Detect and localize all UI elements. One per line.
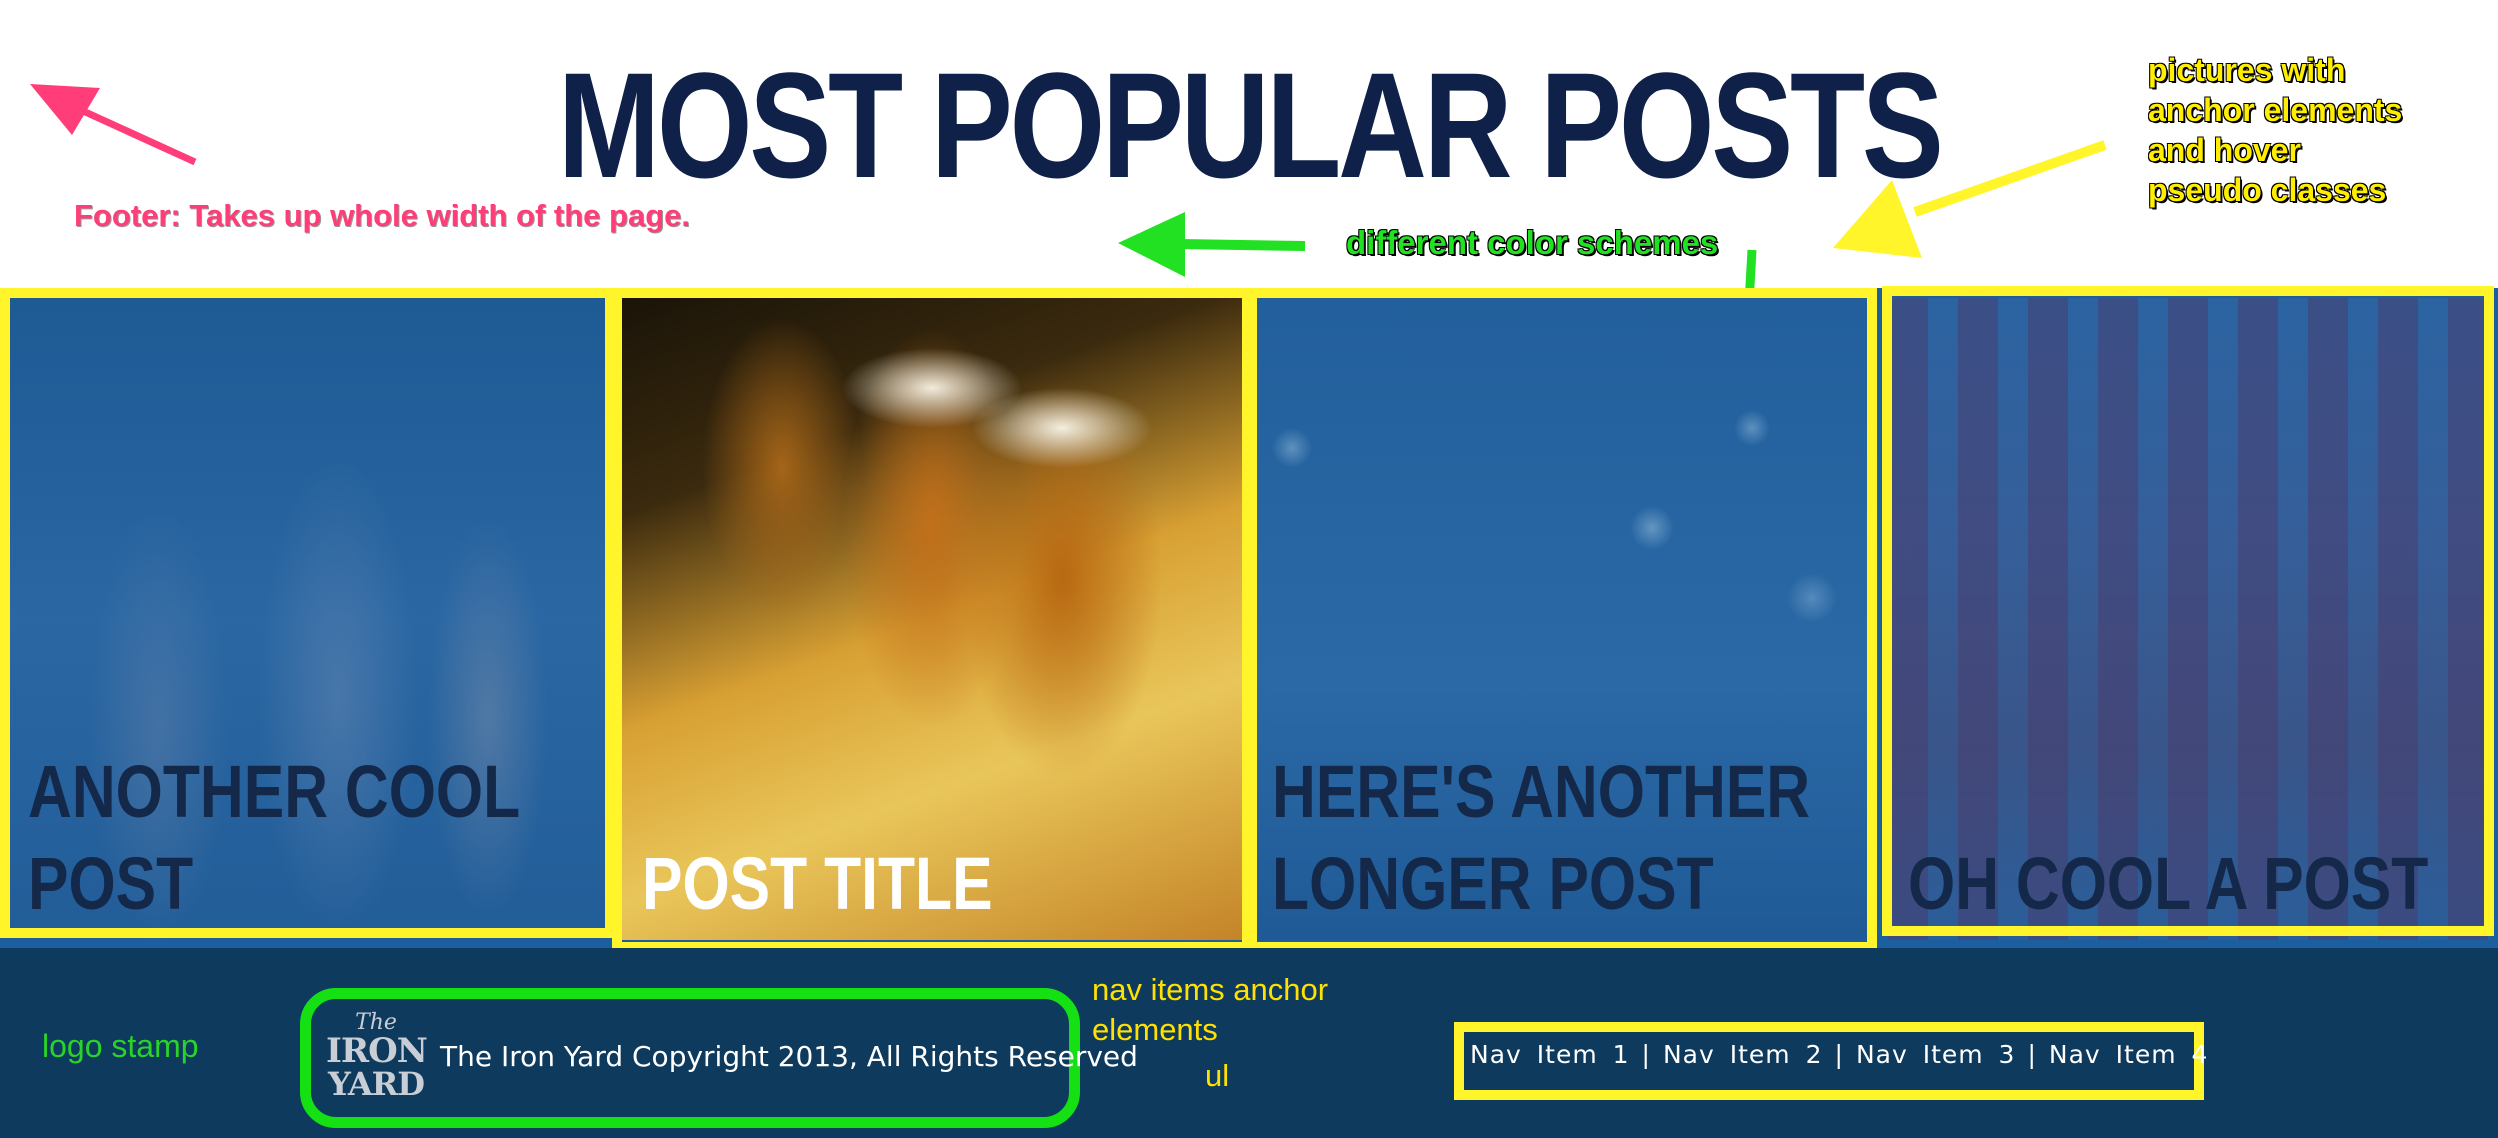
nav-item-2[interactable]: Nav Item 2 <box>1663 1040 1823 1069</box>
copyright-text: The Iron Yard Copyright 2013, All Rights… <box>440 1040 1138 1073</box>
highlight-frame-1 <box>0 288 615 938</box>
annotation-logo: logo stamp <box>42 1028 199 1064</box>
logo-stamp[interactable]: The IRON YARD <box>326 1012 428 1112</box>
nav-separator: | <box>1834 1040 1844 1069</box>
nav-item-1[interactable]: Nav Item 1 <box>1470 1040 1630 1069</box>
green-arrow-left-icon <box>1118 212 1306 277</box>
footer-nav: Nav Item 1 | Nav Item 2 | Nav Item 3 | Nav … <box>1470 1040 2208 1069</box>
annotation-ul: ul <box>1205 1058 1230 1093</box>
logo-line-2: IRON <box>326 1031 428 1071</box>
highlight-frame-2 <box>612 288 1252 952</box>
nav-list-item: Nav Item 1 | <box>1470 1040 1663 1069</box>
nav-separator: | <box>2027 1040 2037 1069</box>
nav-item-4[interactable]: Nav Item 4 <box>2049 1040 2209 1069</box>
annotation-nav: nav items anchor elements <box>1092 972 1329 1047</box>
pink-arrow-icon <box>30 84 197 166</box>
nav-list-item: Nav Item 3 | <box>1856 1040 2049 1069</box>
highlight-frame-4 <box>1882 286 2494 936</box>
highlight-frame-3 <box>1247 288 1877 952</box>
nav-separator: | <box>1641 1040 1651 1069</box>
nav-list-item: Nav Item 4 <box>2049 1040 2209 1069</box>
yellow-arrow-icon <box>1833 140 2107 258</box>
logo-line-3: YARD <box>328 1065 425 1103</box>
nav-item-3[interactable]: Nav Item 3 <box>1856 1040 2016 1069</box>
nav-list-item: Nav Item 2 | <box>1663 1040 1856 1069</box>
